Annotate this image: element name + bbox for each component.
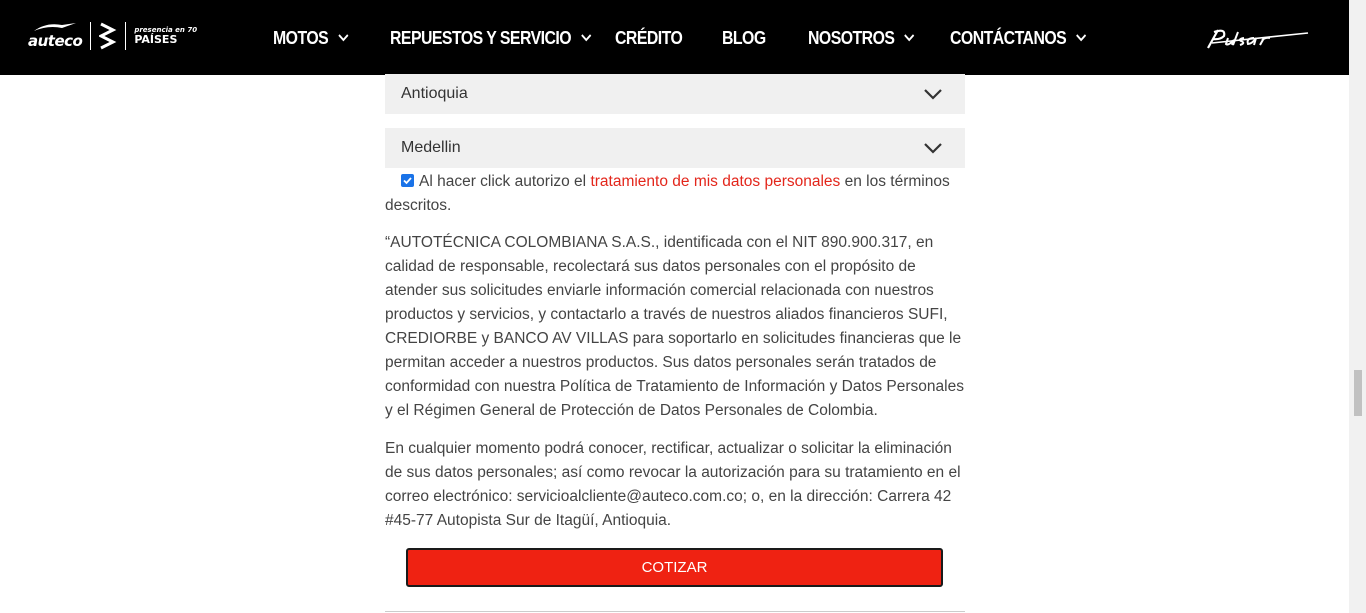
nav-item-motos[interactable]: MOTOS [273, 26, 349, 50]
consent-row: Al hacer click autorizo el tratamiento d… [385, 170, 970, 218]
nav-item-credito[interactable]: CRÉDITO [615, 26, 683, 50]
scrollbar-thumb[interactable] [1354, 370, 1362, 416]
cotizar-button-label: COTIZAR [641, 559, 708, 576]
page-scrollbar[interactable] [1349, 0, 1366, 613]
privacy-policy-link[interactable]: tratamiento de mis datos personales [590, 173, 840, 190]
chevron-down-icon [904, 34, 915, 42]
pulsar-logo-icon[interactable] [1204, 26, 1314, 52]
chevron-down-icon [580, 34, 592, 42]
section-divider [385, 611, 965, 612]
data-treatment-paragraph: “AUTOTÉCNICA COLOMBIANA S.A.S., identifi… [385, 234, 964, 419]
city-select[interactable]: Medellin [385, 128, 965, 168]
consent-text-before: Al hacer click autorizo el [419, 173, 591, 190]
department-select[interactable]: Antioquia [385, 74, 965, 114]
chevron-down-icon [338, 34, 349, 42]
chevron-down-icon [1076, 34, 1087, 42]
data-rights-paragraph: En cualquier momento podrá conocer, rect… [385, 440, 961, 529]
nav-item-blog[interactable]: BLOG [722, 26, 766, 50]
check-icon [403, 177, 412, 185]
consent-checkbox[interactable] [401, 174, 414, 187]
cotizar-button[interactable]: COTIZAR [406, 548, 943, 587]
nav-item-nosotros[interactable]: NOSOTROS [808, 26, 916, 50]
site-header: auteco presencia en 70 PAÍSES MOTOS REPU… [0, 0, 1349, 75]
chevron-down-icon [924, 89, 942, 100]
chevron-down-icon [924, 143, 942, 154]
main-nav: MOTOS REPUESTOS Y SERVICIO CRÉDITO BLOG … [0, 0, 1349, 75]
nav-item-contactanos[interactable]: CONTÁCTANOS [950, 26, 1087, 50]
nav-item-repuestos[interactable]: REPUESTOS Y SERVICIO [390, 26, 592, 50]
department-select-value: Antioquia [401, 85, 468, 102]
city-select-value: Medellin [401, 139, 461, 156]
